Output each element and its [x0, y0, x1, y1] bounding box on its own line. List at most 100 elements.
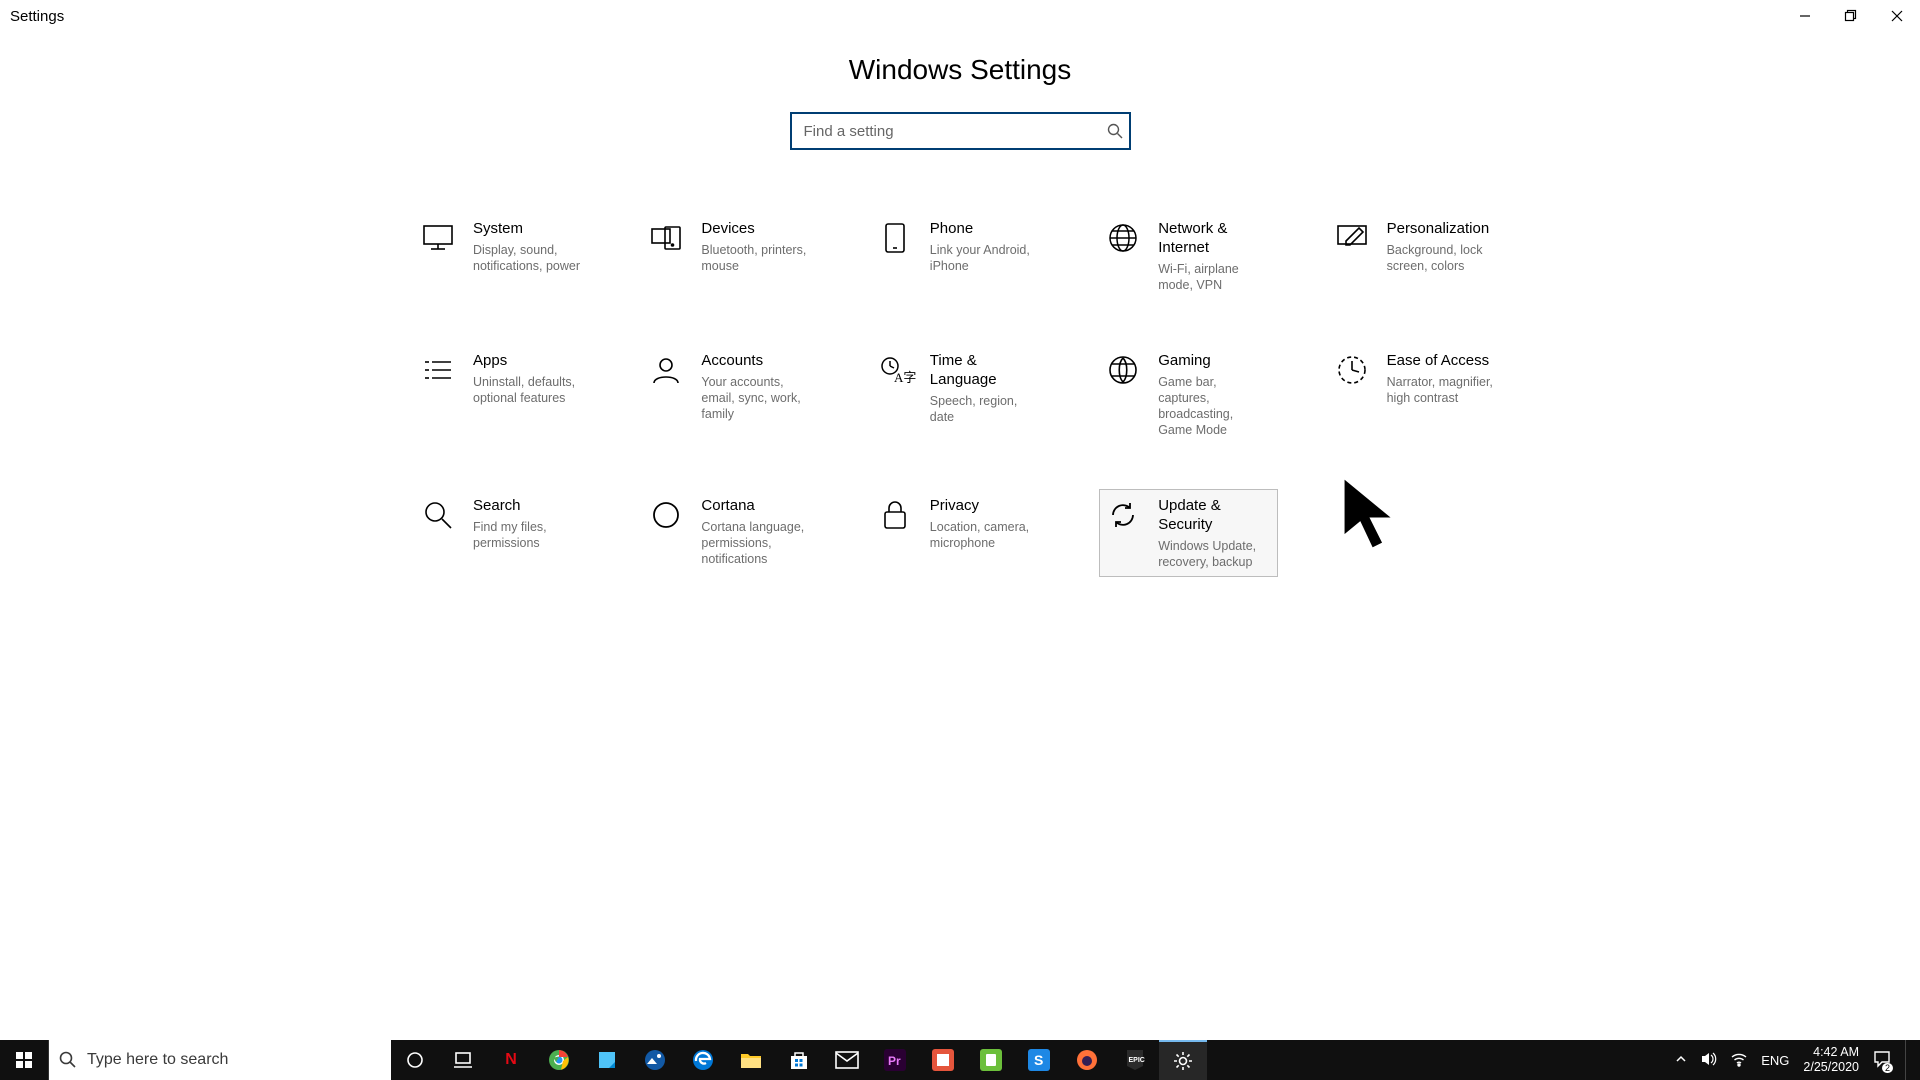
category-desc: Game bar, captures, broadcasting, Game M… [1158, 374, 1270, 438]
category-desc: Wi-Fi, airplane mode, VPN [1158, 261, 1270, 293]
taskbar-app-chrome[interactable] [535, 1040, 583, 1080]
category-title: System [473, 219, 585, 238]
category-desc: Background, lock screen, colors [1387, 242, 1499, 274]
category-desc: Your accounts, email, sync, work, family [701, 374, 813, 422]
taskbar-app-netflix[interactable]: N [487, 1040, 535, 1080]
svg-text:S: S [1034, 1052, 1043, 1068]
category-title: Privacy [930, 496, 1042, 515]
category-title: Network & Internet [1158, 219, 1270, 257]
category-title: Update & Security [1158, 496, 1270, 534]
category-desc: Cortana language, permissions, notificat… [701, 519, 813, 567]
update-icon [1106, 498, 1140, 532]
window-controls [1782, 0, 1920, 32]
privacy-icon [878, 498, 912, 532]
maximize-button[interactable] [1828, 0, 1874, 32]
taskbar-app-snagit[interactable]: S [1015, 1040, 1063, 1080]
snagit-icon: S [1027, 1048, 1051, 1072]
tray-wifi-icon[interactable] [1731, 1052, 1747, 1069]
taskbar-app-mail[interactable] [823, 1040, 871, 1080]
store-icon [787, 1048, 811, 1072]
camtasia-icon [931, 1048, 955, 1072]
category-gaming[interactable]: Gaming Game bar, captures, broadcasting,… [1099, 344, 1277, 445]
tray-clock[interactable]: 4:42 AM 2/25/2020 [1803, 1045, 1859, 1075]
category-title: Ease of Access [1387, 351, 1499, 370]
category-desc: Speech, region, date [930, 393, 1042, 425]
tray-volume-icon[interactable] [1701, 1052, 1717, 1069]
category-desc: Link your Android, iPhone [930, 242, 1042, 274]
category-cortana[interactable]: Cortana Cortana language, permissions, n… [642, 489, 820, 577]
category-desc: Windows Update, recovery, backup [1158, 538, 1270, 570]
taskview-icon [451, 1048, 475, 1072]
category-title: Cortana [701, 496, 813, 515]
taskbar-app-premiere[interactable]: Pr [871, 1040, 919, 1080]
category-time-language[interactable]: A字 Time & Language Speech, region, date [871, 344, 1049, 445]
tray-overflow-button[interactable] [1675, 1053, 1687, 1068]
taskbar-app-camtasia[interactable] [919, 1040, 967, 1080]
category-desc: Uninstall, defaults, optional features [473, 374, 585, 406]
system-tray: ENG 4:42 AM 2/25/2020 2 [1667, 1040, 1920, 1080]
file-explorer-icon [739, 1048, 763, 1072]
show-desktop-button[interactable] [1905, 1040, 1912, 1080]
taskbar-cortana-button[interactable] [391, 1040, 439, 1080]
search-icon [49, 1051, 87, 1069]
tray-language[interactable]: ENG [1761, 1053, 1789, 1068]
category-personalization[interactable]: Personalization Background, lock screen,… [1328, 212, 1506, 300]
taskbar: Type here to search N Pr S EPIC ENG 4:42… [0, 1040, 1920, 1080]
category-desc: Find my files, permissions [473, 519, 585, 551]
category-title: Accounts [701, 351, 813, 370]
taskbar-app-notes[interactable] [583, 1040, 631, 1080]
category-devices[interactable]: Devices Bluetooth, printers, mouse [642, 212, 820, 300]
category-update-security[interactable]: Update & Security Windows Update, recove… [1099, 489, 1277, 577]
gaming-icon [1106, 353, 1140, 387]
taskbar-app-settings[interactable] [1159, 1040, 1207, 1080]
sticky-notes-icon [595, 1048, 619, 1072]
category-search[interactable]: Search Find my files, permissions [414, 489, 592, 577]
system-icon [421, 221, 455, 255]
category-desc: Display, sound, notifications, power [473, 242, 585, 274]
category-phone[interactable]: Phone Link your Android, iPhone [871, 212, 1049, 300]
taskbar-taskview-button[interactable] [439, 1040, 487, 1080]
notification-badge: 2 [1882, 1063, 1893, 1073]
settings-categories-grid: System Display, sound, notifications, po… [414, 212, 1506, 577]
taskbar-search[interactable]: Type here to search [48, 1040, 391, 1080]
category-title: Phone [930, 219, 1042, 238]
search-input[interactable] [792, 123, 1101, 140]
svg-text:Pr: Pr [888, 1054, 901, 1068]
category-system[interactable]: System Display, sound, notifications, po… [414, 212, 592, 300]
category-title: Gaming [1158, 351, 1270, 370]
mail-icon [835, 1048, 859, 1072]
category-apps[interactable]: Apps Uninstall, defaults, optional featu… [414, 344, 592, 445]
tray-time: 4:42 AM [1803, 1045, 1859, 1060]
accounts-icon [649, 353, 683, 387]
category-ease-of-access[interactable]: Ease of Access Narrator, magnifier, high… [1328, 344, 1506, 445]
category-title: Personalization [1387, 219, 1499, 238]
category-network[interactable]: Network & Internet Wi-Fi, airplane mode,… [1099, 212, 1277, 300]
globe-icon [1106, 221, 1140, 255]
tray-action-center[interactable]: 2 [1873, 1050, 1891, 1071]
window-title: Settings [10, 8, 64, 25]
category-title: Search [473, 496, 585, 515]
firefox-icon [1075, 1048, 1099, 1072]
search-box[interactable] [790, 112, 1131, 150]
minimize-button[interactable] [1782, 0, 1828, 32]
apps-icon [421, 353, 455, 387]
taskbar-app-epic[interactable]: EPIC [1111, 1040, 1159, 1080]
close-button[interactable] [1874, 0, 1920, 32]
cortana-icon [649, 498, 683, 532]
category-privacy[interactable]: Privacy Location, camera, microphone [871, 489, 1049, 577]
taskbar-app-firefox[interactable] [1063, 1040, 1111, 1080]
search-category-icon [421, 498, 455, 532]
devices-icon [649, 221, 683, 255]
taskbar-app-greenapp[interactable] [967, 1040, 1015, 1080]
category-desc: Narrator, magnifier, high contrast [1387, 374, 1499, 406]
start-button[interactable] [0, 1040, 48, 1080]
taskbar-app-edge[interactable] [679, 1040, 727, 1080]
taskbar-app-photos[interactable] [631, 1040, 679, 1080]
taskbar-app-store[interactable] [775, 1040, 823, 1080]
taskbar-app-explorer[interactable] [727, 1040, 775, 1080]
category-accounts[interactable]: Accounts Your accounts, email, sync, wor… [642, 344, 820, 445]
time-language-icon: A字 [878, 353, 912, 387]
phone-icon [878, 221, 912, 255]
ease-of-access-icon [1335, 353, 1369, 387]
category-desc: Location, camera, microphone [930, 519, 1042, 551]
